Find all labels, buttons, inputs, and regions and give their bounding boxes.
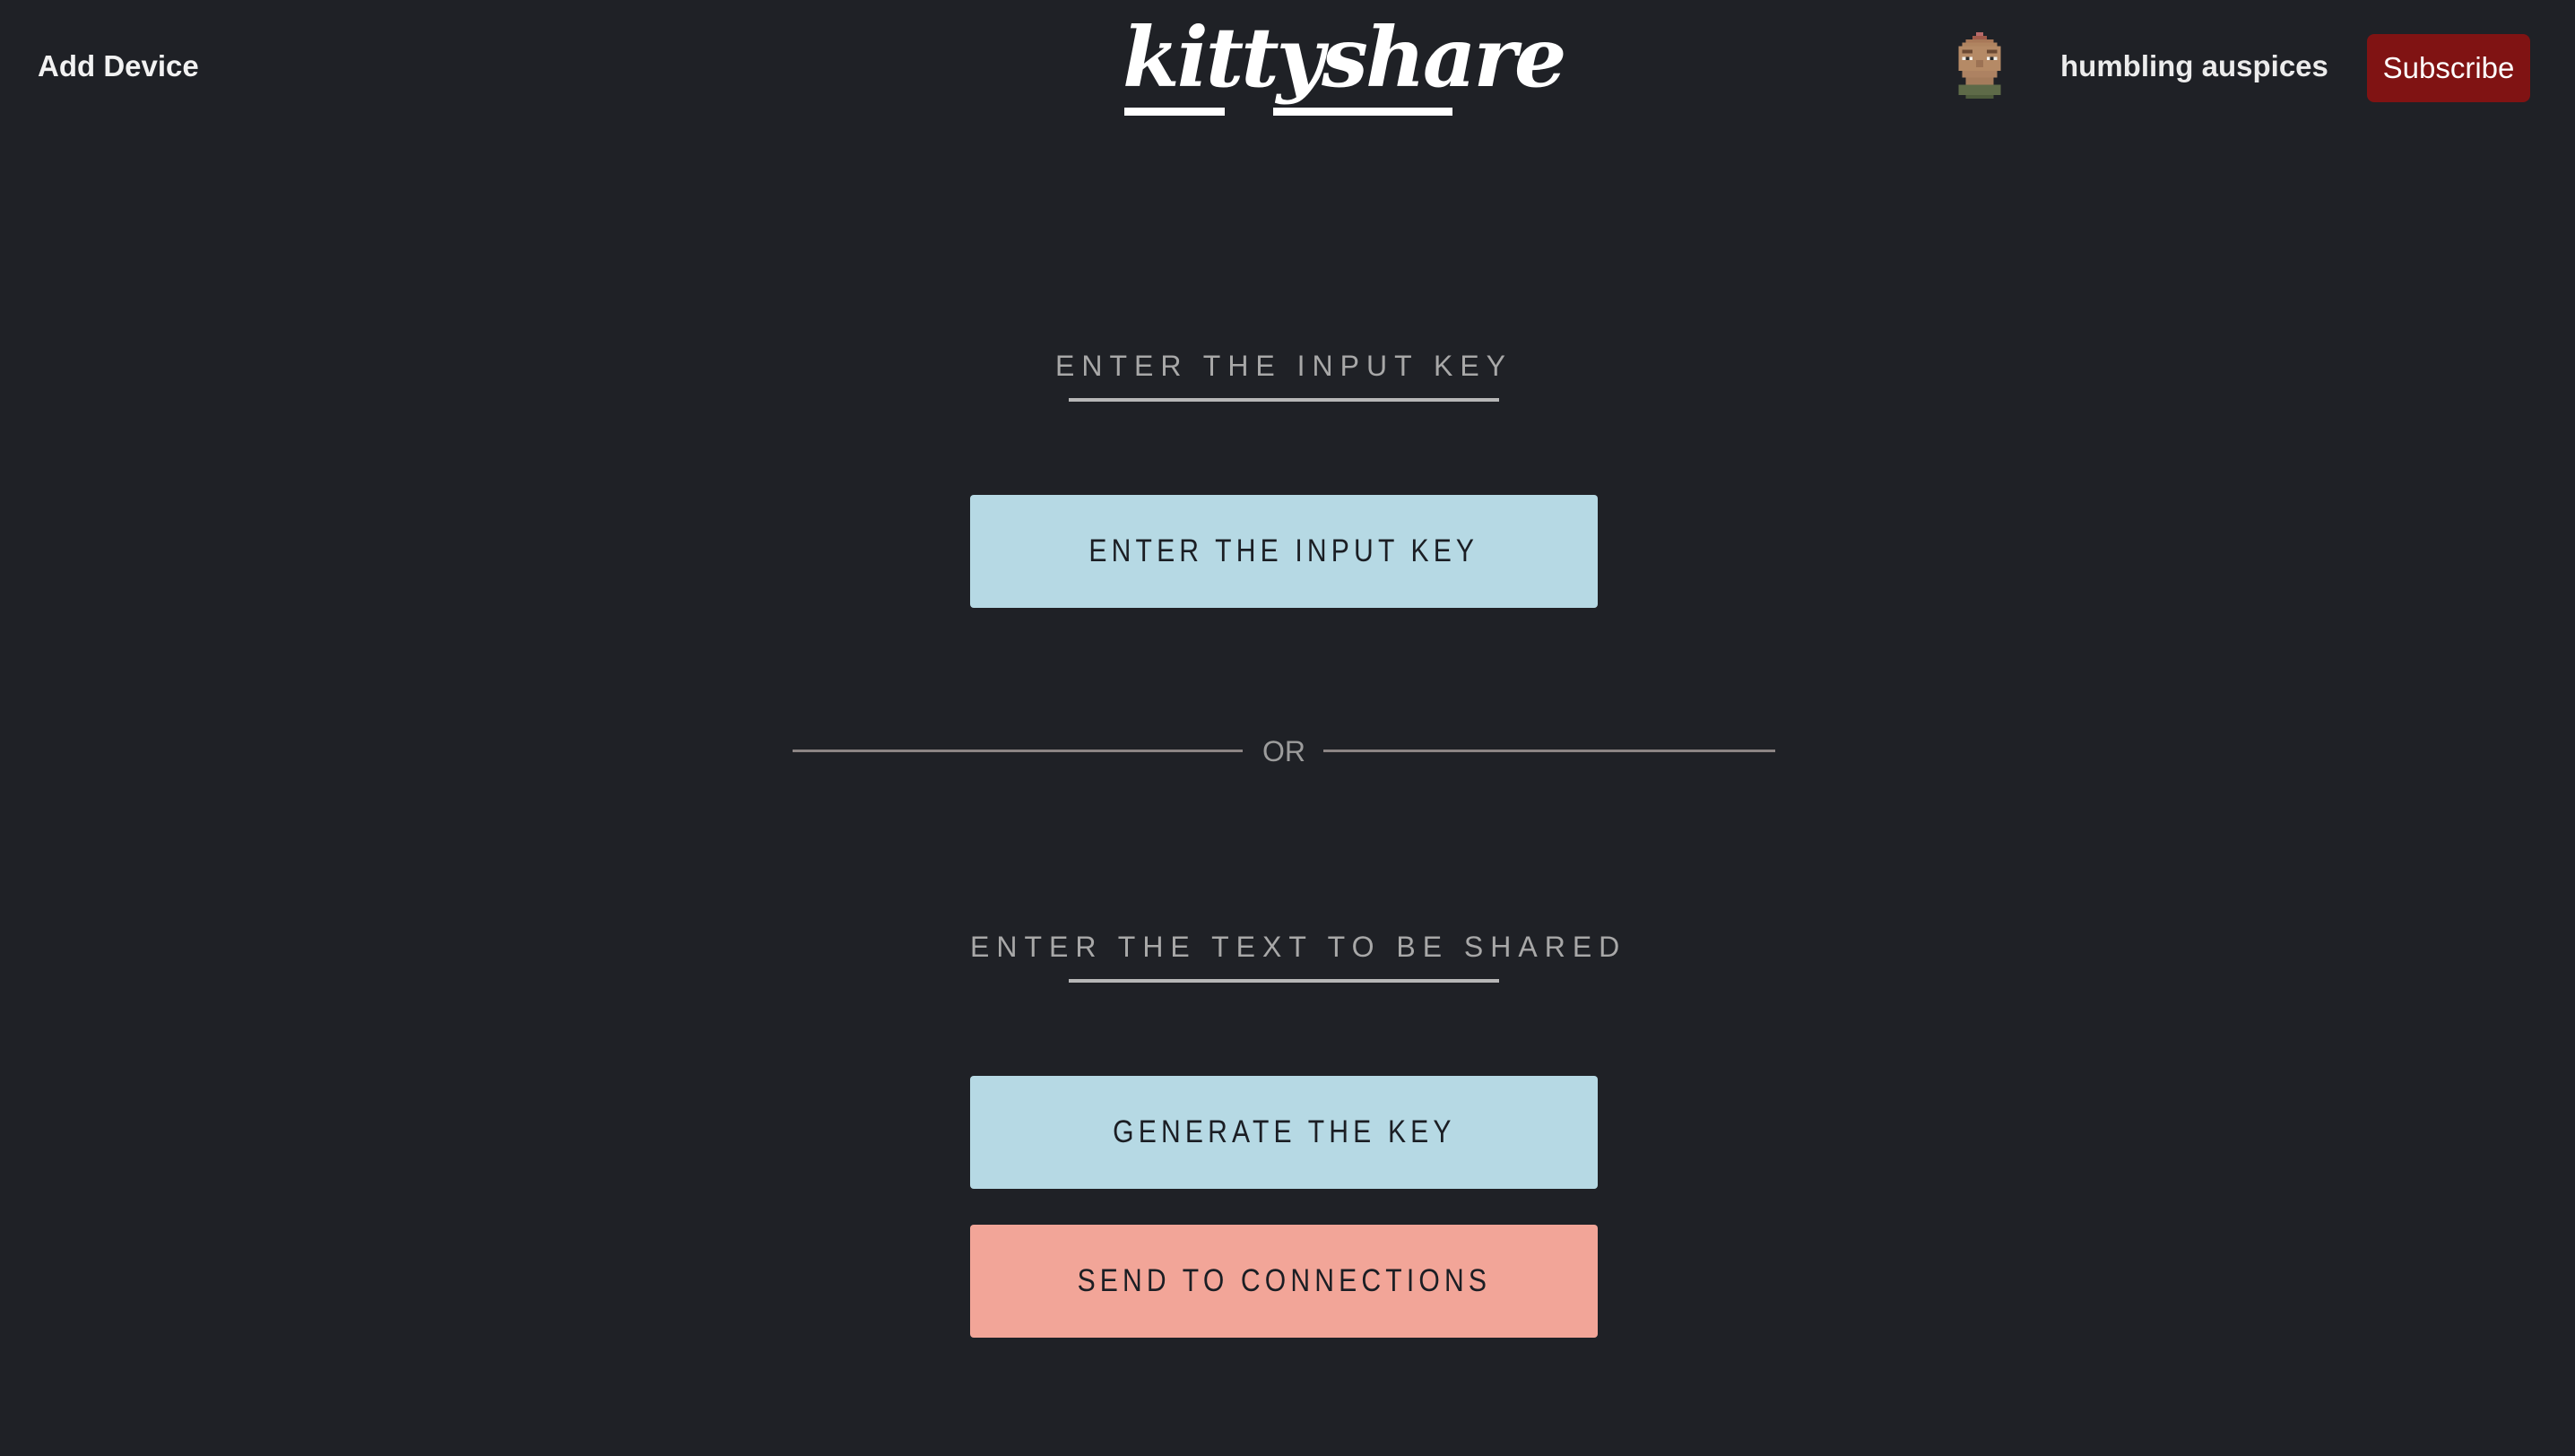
enter-input-key-button[interactable]: ENTER THE INPUT KEY xyxy=(970,495,1598,608)
username[interactable]: humbling auspices xyxy=(2060,48,2328,84)
add-device-link[interactable]: Add Device xyxy=(38,48,199,84)
top-header: Add Device kittyshare humbling auspices xyxy=(0,0,2575,134)
divider-text: OR xyxy=(1262,735,1305,767)
or-divider: OR xyxy=(793,733,1775,769)
kittyshare-logo[interactable]: kittyshare xyxy=(1123,7,1566,133)
logo-underline xyxy=(1273,108,1452,116)
input-key-field[interactable]: ENTER THE INPUT KEY xyxy=(970,348,1598,411)
subscribe-button[interactable]: Subscribe xyxy=(2367,34,2530,102)
input-key-input[interactable] xyxy=(1069,362,1499,402)
divider-line-right xyxy=(1323,750,1775,752)
avatar-icon xyxy=(1958,32,2001,100)
divider-line-left xyxy=(793,750,1243,752)
send-to-connections-button-label: SEND TO CONNECTIONS xyxy=(1077,1263,1491,1298)
share-text-field[interactable]: ENTER THE TEXT TO BE SHARED xyxy=(970,929,1619,992)
logo-underline xyxy=(1124,108,1225,116)
enter-input-key-button-label: ENTER THE INPUT KEY xyxy=(1088,533,1479,568)
generate-key-button[interactable]: GENERATE THE KEY xyxy=(970,1076,1598,1189)
share-text-input[interactable] xyxy=(1069,943,1499,983)
logo-text: kittyshare xyxy=(1123,9,1566,106)
send-to-connections-button[interactable]: SEND TO CONNECTIONS xyxy=(970,1225,1598,1338)
generate-key-button-label: GENERATE THE KEY xyxy=(1112,1114,1456,1149)
user-avatar[interactable] xyxy=(1951,32,2008,102)
